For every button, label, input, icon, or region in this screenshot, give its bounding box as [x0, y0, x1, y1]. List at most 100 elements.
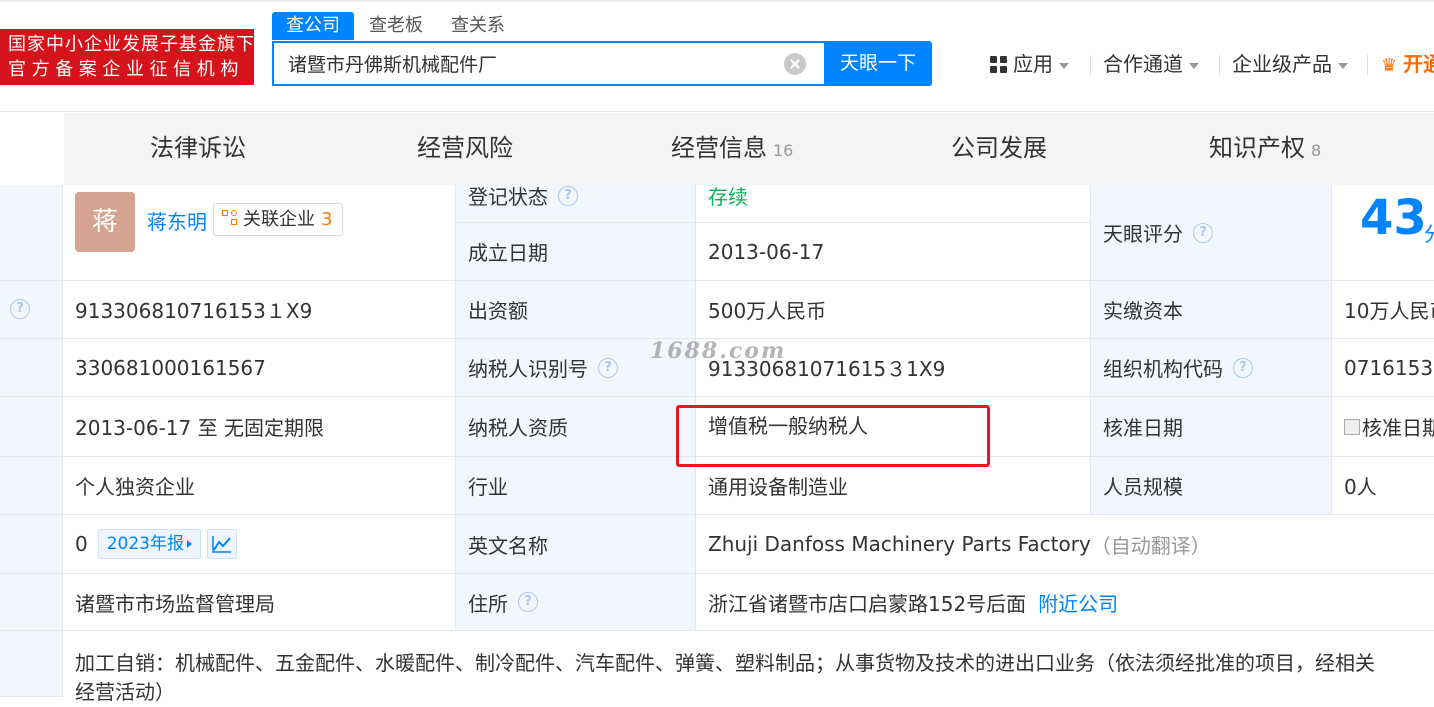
company-type-cell: 个人独资企业 — [63, 457, 456, 515]
approve-label-cell: 核准日期 — [1091, 397, 1332, 457]
nav-vip-label: 开通 — [1403, 52, 1434, 76]
search-button[interactable]: 天眼一下 — [824, 41, 932, 86]
score-label-cell: 天眼评分? — [1091, 185, 1332, 281]
avatar[interactable]: 蒋 — [75, 192, 135, 252]
tab-label: 经营信息 — [671, 134, 767, 162]
tab-company-development[interactable]: 公司发展 — [951, 113, 1047, 185]
capital-value-cell: 500万人民币 — [696, 281, 1091, 339]
chevron-down-icon — [1189, 62, 1199, 69]
nav-cooperation[interactable]: 合作通道 — [1103, 49, 1199, 79]
tab-intellectual-property[interactable]: 知识产权 8 — [1209, 113, 1321, 185]
watermark: 1688.com — [650, 338, 787, 364]
nav-divider — [1367, 55, 1368, 75]
score-label: 天眼评分 — [1103, 222, 1183, 246]
grid-icon — [990, 56, 1007, 73]
brand-line-1: 国家中小企业发展子基金旗下 — [8, 34, 255, 55]
nav-enterprise[interactable]: 企业级产品 — [1232, 49, 1348, 79]
help-icon[interactable]: ? — [518, 592, 538, 612]
term-cell: 2013-06-17 至 无固定期限 — [63, 397, 456, 457]
found-date-label-cell: 成立日期 — [456, 223, 696, 281]
network-icon — [222, 210, 239, 227]
search-box — [272, 41, 824, 86]
help-icon[interactable]: ? — [558, 185, 578, 206]
reg-no-cell: 330681000161567 — [63, 339, 456, 397]
credit-code-value: 913306810716153１X9 — [75, 299, 313, 323]
nearby-companies-link[interactable]: 附近公司 — [1038, 588, 1118, 617]
address-value: 浙江省诸暨市店口启蒙路152号后面 — [708, 591, 1027, 616]
capital-label: 出资额 — [468, 299, 528, 323]
tab-label: 知识产权 — [1209, 134, 1305, 162]
tab-count: 16 — [773, 141, 794, 160]
label-cell — [0, 515, 63, 574]
business-scope-cell: 加工自销：机械配件、五金配件、水暖配件、制冷配件、汽车配件、弹簧、塑料制品；从事… — [63, 631, 1434, 704]
business-scope-text: 加工自销：机械配件、五金配件、水暖配件、制冷配件、汽车配件、弹簧、塑料制品；从事… — [75, 649, 1375, 707]
label-cell — [0, 457, 63, 515]
approve-value-cell: 核准日期 — [1332, 397, 1434, 457]
related-companies-badge[interactable]: 关联企业 3 — [213, 203, 344, 236]
tab-business-risk[interactable]: 经营风险 — [417, 113, 513, 185]
clear-icon[interactable] — [784, 53, 806, 75]
related-count: 3 — [321, 209, 333, 230]
help-icon[interactable]: ? — [10, 299, 30, 319]
staff-value: 0人 — [1344, 475, 1377, 499]
nav-vip[interactable]: ♛ 开通 — [1381, 49, 1434, 79]
label-cell — [0, 397, 63, 457]
broken-image-icon — [1344, 418, 1360, 435]
highlight-annotation-box — [676, 405, 990, 467]
found-date-label: 成立日期 — [468, 241, 548, 265]
reg-no-value: 330681000161567 — [75, 355, 266, 380]
annual-report-label: 2023年报 — [106, 534, 184, 554]
help-icon[interactable]: ? — [1193, 222, 1213, 243]
approve-image-alt: 核准日期 — [1362, 416, 1434, 440]
org-code-label-cell: 组织机构代码? — [1091, 339, 1332, 397]
help-icon[interactable]: ? — [598, 357, 618, 378]
tab-count: 8 — [1311, 141, 1322, 160]
tax-qual-label: 纳税人资质 — [468, 416, 568, 440]
caret-right-icon — [187, 540, 192, 548]
related-label: 关联企业 — [243, 209, 315, 230]
nav-divider — [1219, 55, 1220, 75]
industry-label: 行业 — [468, 475, 508, 499]
reg-status-label-cell: 登记状态? — [456, 185, 696, 223]
paid-capital-value: 10万人民币 — [1344, 299, 1434, 323]
authority-value: 诸暨市市场监督管理局 — [75, 591, 275, 616]
industry-label-cell: 行业 — [456, 457, 696, 515]
detail-tab-bar: 法律诉讼 经营风险 经营信息 16 公司发展 知识产权 8 — [64, 113, 1434, 185]
brand-banner[interactable]: 国家中小企业发展子基金旗下 官方备案企业征信机构 — [0, 29, 254, 85]
tab-business-info[interactable]: 经营信息 16 — [671, 113, 793, 185]
term-value: 2013-06-17 至 无固定期限 — [75, 416, 324, 440]
en-name-value-cell: Zhuji Danfoss Machinery Parts Factory （自动… — [696, 515, 1434, 574]
annual-report-tag[interactable]: 2023年报 — [97, 529, 201, 559]
business-scope-line-2: 经营活动） — [75, 680, 175, 704]
address-value-cell: 浙江省诸暨市店口启蒙路152号后面 附近公司 — [696, 574, 1434, 631]
address-label: 住所 — [468, 591, 508, 616]
trend-chart-icon[interactable] — [207, 529, 237, 559]
capital-value: 500万人民币 — [708, 299, 827, 323]
search-input[interactable] — [286, 43, 766, 84]
credit-code-cell: 913306810716153１X9 — [63, 281, 456, 339]
en-name-note: （自动翻译） — [1090, 533, 1211, 558]
capital-label-cell: 出资额 — [456, 281, 696, 339]
help-icon[interactable]: ? — [1233, 357, 1253, 378]
address-label-cell: 住所? — [456, 574, 696, 631]
chevron-down-icon — [1059, 62, 1069, 69]
tab-legal-litigation[interactable]: 法律诉讼 — [150, 113, 246, 185]
tab-label: 法律诉讼 — [150, 134, 246, 162]
legal-rep-name[interactable]: 蒋东明 — [147, 206, 207, 235]
org-code-label: 组织机构代码 — [1103, 357, 1223, 381]
nav-divider — [1090, 55, 1091, 75]
approve-label: 核准日期 — [1103, 416, 1183, 440]
label-cell — [0, 185, 63, 281]
tab-search-company[interactable]: 查公司 — [272, 12, 354, 40]
org-code-value: 07161531 — [1344, 355, 1434, 380]
reg-status-value-cell: 存续 — [696, 185, 1091, 223]
tab-label: 经营风险 — [417, 134, 513, 162]
company-type-value: 个人独资企业 — [75, 475, 195, 499]
tab-search-relation[interactable]: 查关系 — [451, 12, 505, 40]
nav-apps[interactable]: 应用 — [990, 49, 1069, 79]
tab-search-boss[interactable]: 查老板 — [369, 12, 423, 40]
label-cell — [0, 631, 63, 697]
score-value[interactable]: 43 — [1360, 190, 1427, 246]
staff-value-cell: 0人 — [1332, 457, 1434, 515]
paid-capital-label: 实缴资本 — [1103, 299, 1183, 323]
